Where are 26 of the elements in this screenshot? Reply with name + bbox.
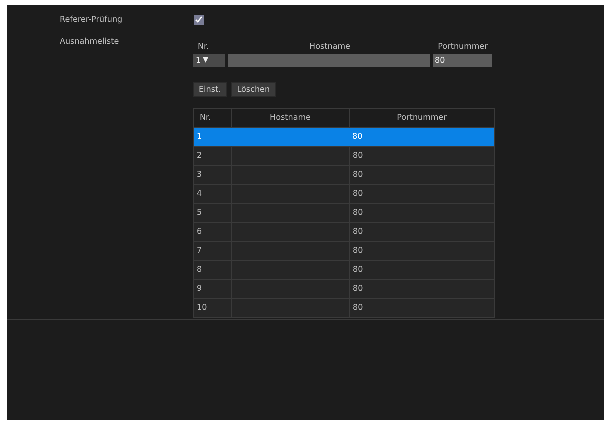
column-header: Hostname (232, 108, 350, 128)
table-row[interactable]: 8 80 (194, 260, 494, 280)
setting-label: Referer-Prüfung (60, 14, 124, 26)
table-row[interactable]: 3 80 (194, 166, 494, 184)
table-cell: 80 (350, 298, 494, 318)
port-input[interactable]: 80 (433, 54, 492, 67)
table-row[interactable]: 1 80 (194, 128, 494, 146)
table-row[interactable]: 4 80 (194, 184, 494, 204)
table-row[interactable]: 6 80 (194, 222, 494, 242)
table-row[interactable]: 7 80 (194, 242, 494, 260)
table-cell: 10 (194, 298, 232, 318)
setting-label: Ausnahmeliste (60, 36, 120, 48)
column-label: Hostname (308, 41, 352, 53)
hostname-input[interactable] (228, 54, 430, 67)
column-label: Nr. (197, 41, 210, 53)
action-button[interactable]: Löschen (231, 82, 276, 97)
table-row[interactable]: 10 80 (194, 298, 494, 318)
table-row[interactable]: 5 80 (194, 204, 494, 222)
checkbox[interactable] (194, 15, 204, 25)
table-row[interactable]: 2 80 (194, 146, 494, 166)
column-header: Portnummer (350, 108, 494, 128)
checkmark-icon (195, 16, 203, 24)
column-label: Portnummer (437, 41, 489, 53)
action-button[interactable]: Einst. (193, 82, 228, 97)
column-header: Nr. (194, 108, 232, 128)
table-row[interactable]: 9 80 (194, 280, 494, 298)
